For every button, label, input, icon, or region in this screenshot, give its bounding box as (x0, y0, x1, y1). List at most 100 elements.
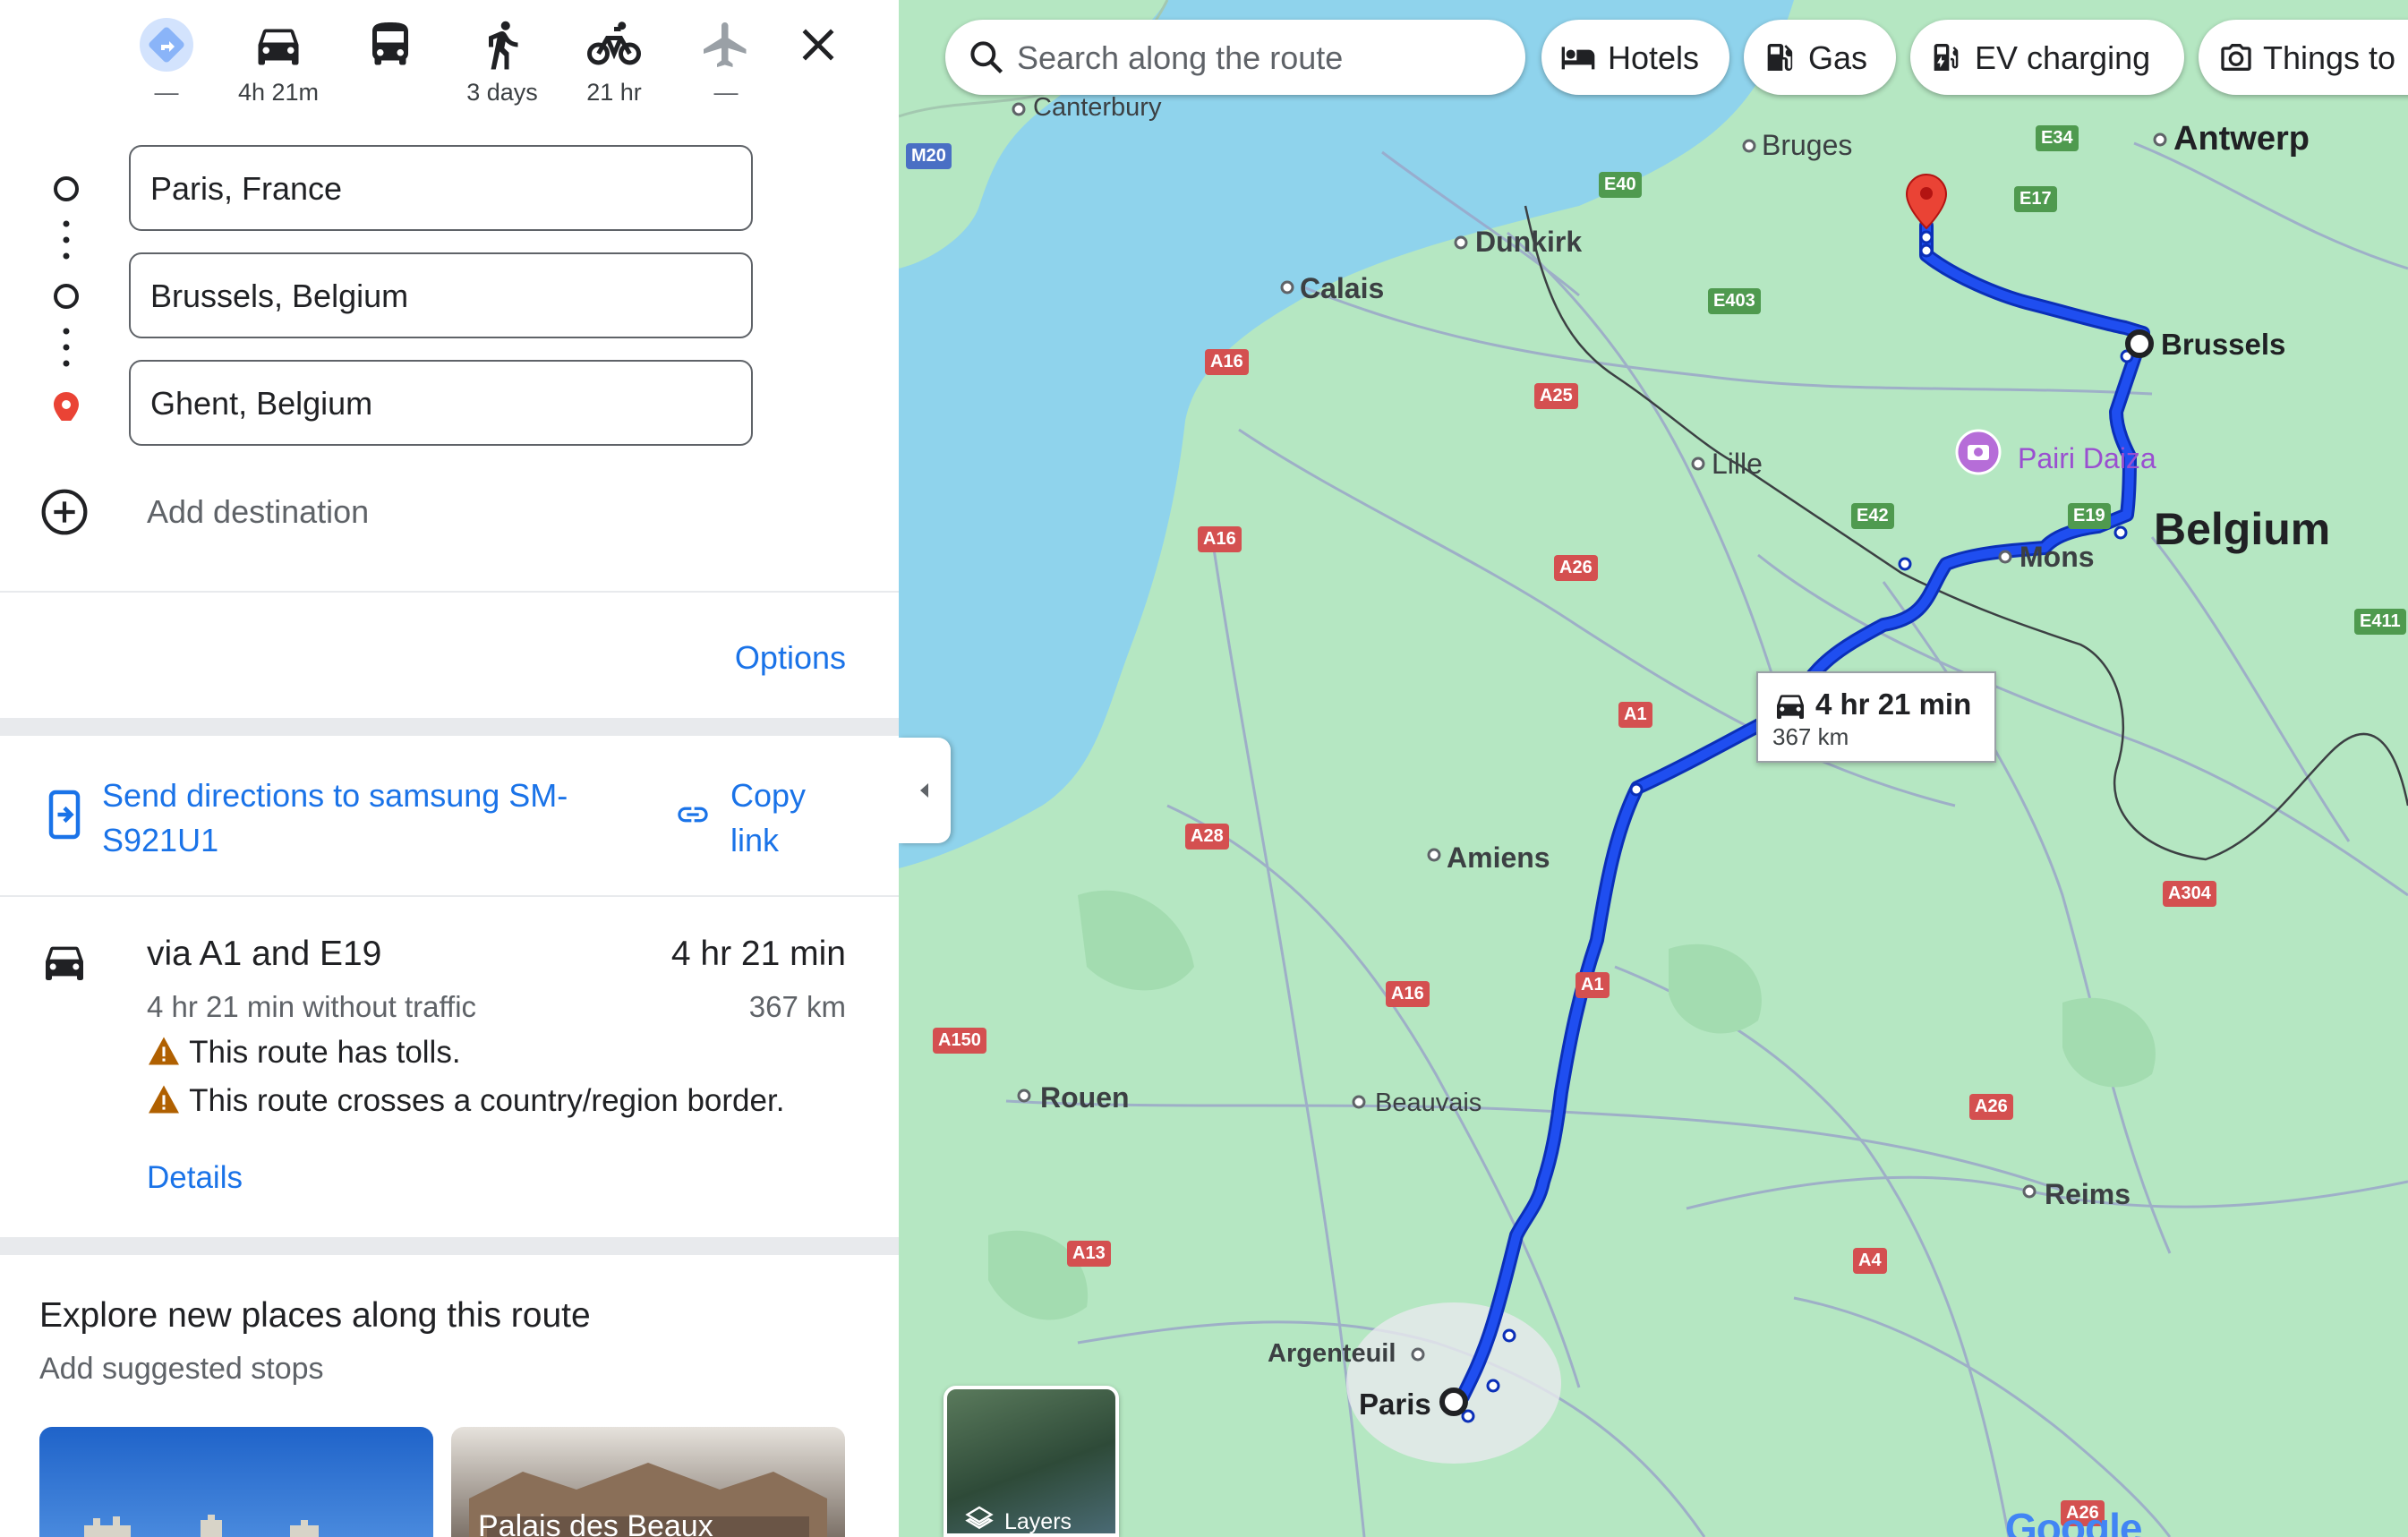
map-canvas (899, 0, 2408, 1537)
close-icon (802, 29, 834, 61)
road-shield: A28 (1185, 824, 1229, 850)
caret-left-icon (920, 783, 928, 798)
road-shield: A25 (1534, 383, 1578, 409)
route-distance: 367 km (748, 990, 846, 1023)
layers-button[interactable]: Layers (944, 1386, 1119, 1537)
bed-icon (1561, 47, 1595, 70)
border-warning-text: This route crosses a country/region bord… (189, 1083, 785, 1118)
section-divider (0, 591, 899, 593)
road-shield: A1 (1575, 972, 1610, 998)
place-label: Brussels (2161, 328, 2286, 361)
layers-icon (965, 1506, 994, 1530)
route-option-card[interactable]: via A1 and E19 4 hr 21 min 4 hr 21 min w… (0, 899, 899, 1230)
toll-warning-text: This route has tolls. (189, 1035, 461, 1070)
place-label: Bruges (1762, 129, 1853, 161)
add-destination-label: Add destination (147, 493, 370, 530)
mode-driving[interactable]: 4h 21m (229, 0, 328, 107)
place-label: Mons (2019, 541, 2095, 573)
road-shield: E42 (1851, 503, 1894, 529)
toll-warning: This route has tolls. (147, 1035, 461, 1071)
mode-flights-label: — (713, 79, 739, 106)
section-divider (0, 895, 899, 897)
origin-input[interactable] (149, 147, 725, 231)
road-shield: A26 (1969, 1094, 2013, 1120)
road-shield: E19 (2068, 503, 2111, 529)
airplane-icon (704, 22, 747, 67)
car-icon (258, 29, 299, 65)
collapse-panel-button[interactable] (899, 738, 951, 843)
destination-input[interactable] (149, 362, 725, 446)
send-directions-label: Send directions to samsung SM- S921U1 (102, 773, 568, 863)
copy-link-button[interactable]: Copy link (673, 770, 852, 868)
route-details-button[interactable]: Details (147, 1160, 243, 1196)
road-shield: E40 (1599, 172, 1642, 198)
gas-station-icon (1767, 44, 1793, 71)
walking-icon (489, 21, 518, 70)
send-directions-line2: S921U1 (102, 822, 219, 858)
directions-icon (140, 18, 193, 72)
chip-ev-charging[interactable]: EV charging (1910, 20, 2184, 95)
stop-input[interactable] (149, 254, 725, 338)
mode-walking[interactable]: 3 days (453, 0, 551, 107)
map-view[interactable]: Search along the route Hotels Gas EV cha… (899, 0, 2408, 1537)
section-divider (0, 1237, 899, 1255)
copy-link-line2: link (730, 822, 780, 858)
bus-icon (372, 22, 408, 65)
route-search-box[interactable]: Search along the route (945, 20, 1525, 95)
destination-field[interactable] (129, 360, 753, 446)
mode-cycling[interactable]: 21 hr (565, 0, 663, 107)
place-label: Beauvais (1375, 1089, 1482, 1117)
route-via: via A1 and E19 (147, 935, 382, 973)
bicycle-icon (587, 21, 641, 65)
chip-hotels[interactable]: Hotels (1541, 20, 1729, 95)
chip-gas[interactable]: Gas (1744, 20, 1896, 95)
layers-label: Layers (1004, 1509, 1072, 1534)
place-label: Argenteuil (1268, 1339, 1396, 1368)
chip-hotels-label: Hotels (1608, 39, 1700, 76)
stop-field[interactable] (129, 252, 753, 338)
route-search-placeholder: Search along the route (1017, 39, 1344, 76)
road-shield: A16 (1386, 981, 1430, 1007)
send-directions-button[interactable]: Send directions to samsung SM- S921U1 (45, 770, 627, 868)
road-shield: A4 (1853, 1248, 1887, 1274)
country-label: Belgium (2154, 504, 2331, 554)
place-label: Dunkirk (1475, 226, 1583, 258)
road-shield: A1 (1618, 702, 1652, 728)
origin-field[interactable] (129, 145, 753, 231)
add-destination-button[interactable]: Add destination (39, 483, 845, 537)
route-duration: 4 hr 21 min (670, 935, 846, 973)
road-shield: E17 (2014, 186, 2057, 212)
explore-subtitle: Add suggested stops (39, 1352, 324, 1386)
copy-link-label: Copy link (730, 773, 806, 863)
mode-transit[interactable] (341, 0, 440, 107)
road-shield: A13 (1067, 1241, 1111, 1267)
close-directions-button[interactable] (791, 18, 845, 72)
send-directions-line1: Send directions to samsung SM- (102, 777, 568, 814)
road-shield: A150 (933, 1028, 986, 1054)
options-button[interactable]: Options (735, 639, 846, 677)
directions-panel: — 4h 21m 3 days 21 hr — Paris, France Br… (0, 0, 899, 1537)
warning-icon (149, 1085, 179, 1114)
mode-flights[interactable]: — (677, 0, 775, 107)
road-shield: A16 (1205, 349, 1249, 375)
road-shield: E34 (2036, 125, 2079, 151)
section-divider (0, 718, 899, 736)
mode-best[interactable]: — (117, 0, 216, 107)
suggested-stop-card[interactable] (39, 1427, 433, 1537)
explore-title: Explore new places along this route (39, 1296, 591, 1335)
road-shield: A304 (2163, 881, 2216, 907)
border-warning: This route crosses a country/region bord… (147, 1083, 784, 1119)
chip-ev-label: EV charging (1975, 39, 2151, 76)
camera-icon (2221, 44, 2251, 71)
route-duration-no-traffic: 4 hr 21 min without traffic (147, 990, 477, 1023)
place-label: Amiens (1447, 841, 1550, 874)
chip-gas-label: Gas (1808, 39, 1868, 76)
place-label: Paris (1359, 1388, 1431, 1421)
road-shield: A26 (1554, 555, 1598, 581)
chip-things-to-do[interactable]: Things to (2199, 20, 2408, 95)
place-label: Pairi Daiza (2018, 442, 2156, 474)
place-label: Lille (1712, 448, 1763, 480)
suggested-stop-card[interactable]: Palais des Beaux (451, 1427, 845, 1537)
mode-walking-label: 3 days (466, 79, 538, 106)
route-callout[interactable]: 4 hr 21 min 367 km (1756, 671, 1996, 763)
